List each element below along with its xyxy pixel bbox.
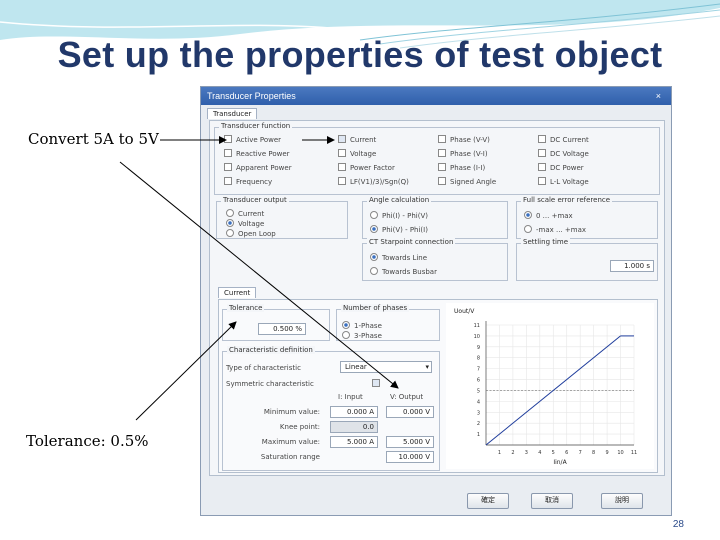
annotation-arrows bbox=[119, 136, 399, 421]
arrow-to-tolerance-field bbox=[135, 321, 237, 421]
arrow-to-output-value bbox=[119, 161, 399, 389]
page-number: 28 bbox=[672, 519, 684, 530]
